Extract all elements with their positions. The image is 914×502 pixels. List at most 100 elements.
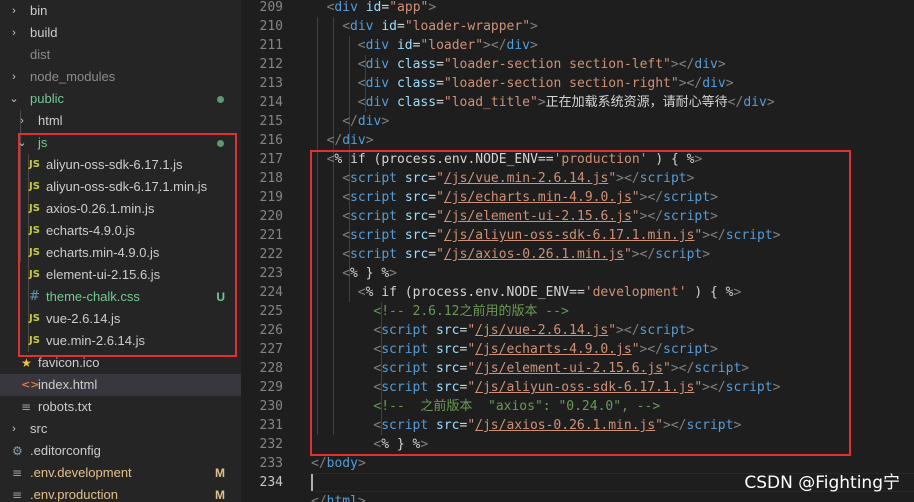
chevron-down-icon[interactable]: ⌄ xyxy=(8,88,20,110)
code-token: "loader-wrapper" xyxy=(404,19,531,34)
code-line[interactable]: 213 <div class="loader-section section-ri… xyxy=(241,74,914,93)
code-line[interactable]: 209 <div id="app"> xyxy=(241,0,914,17)
code-token: "loader-section section-right" xyxy=(443,76,679,91)
html-file-icon: <> xyxy=(21,378,40,391)
code-token: < xyxy=(357,76,366,91)
code-text: <div id="loader-wrapper"> xyxy=(342,17,538,36)
code-token: html xyxy=(326,494,358,502)
tree-item-node-modules[interactable]: › node_modules xyxy=(0,66,241,88)
tree-item-label: dist xyxy=(30,47,51,62)
code-token: div xyxy=(506,38,531,53)
tree-item-build[interactable]: › build xyxy=(0,22,241,44)
code-token: > xyxy=(537,95,546,110)
code-token: div xyxy=(365,95,390,110)
code-text: </html> xyxy=(311,492,366,502)
code-token: "loader" xyxy=(420,38,484,53)
code-line[interactable]: 216 </div> xyxy=(241,131,914,150)
code-token: class xyxy=(396,57,437,72)
code-token: div xyxy=(350,19,374,34)
git-status-badge: M xyxy=(215,466,225,480)
code-token: div xyxy=(365,57,390,72)
line-number: 214 xyxy=(259,95,283,110)
line-number: 213 xyxy=(259,76,283,91)
tree-item-public[interactable]: ⌄ public xyxy=(0,88,241,110)
git-status-badge: M xyxy=(215,488,225,502)
code-text: </div> xyxy=(327,131,374,150)
code-token: id xyxy=(365,0,382,15)
code-text: <div class="loader-section section-left"… xyxy=(358,55,726,74)
chevron-right-icon[interactable]: › xyxy=(8,22,20,44)
highlight-box-js-folder xyxy=(18,133,237,357)
chevron-right-icon[interactable]: › xyxy=(16,110,28,132)
line-number: 219 xyxy=(259,190,283,205)
code-token: > xyxy=(530,38,538,53)
code-token: ></ xyxy=(483,38,507,53)
tree-item-dist[interactable]: dist xyxy=(0,44,241,66)
code-text: </body> xyxy=(311,454,366,473)
line-number: 229 xyxy=(259,380,283,395)
code-token: > xyxy=(428,0,437,15)
tree-item-label: robots.txt xyxy=(38,399,92,414)
code-line[interactable]: 211 <div id="loader"></div> xyxy=(241,36,914,55)
tree-item-label: html xyxy=(38,113,63,128)
chevron-right-icon[interactable]: › xyxy=(8,0,20,22)
code-token: "app" xyxy=(389,0,429,15)
line-number: 216 xyxy=(259,133,283,148)
chevron-right-icon[interactable]: › xyxy=(8,418,20,440)
line-number: 233 xyxy=(259,456,283,471)
line-number: 218 xyxy=(259,171,283,186)
code-token: body xyxy=(326,456,358,471)
tree-item-label: public xyxy=(30,91,64,106)
line-number: 234 xyxy=(259,475,283,490)
code-line[interactable]: 210 <div id="loader-wrapper"> xyxy=(241,17,914,36)
tree-item-bin[interactable]: › bin xyxy=(0,0,241,22)
code-token: > xyxy=(766,95,775,110)
code-line[interactable]: 215 </div> xyxy=(241,112,914,131)
tree-item-robots-txt[interactable]: ≡ robots.txt xyxy=(0,396,241,418)
highlight-box-env-scripts xyxy=(310,150,851,456)
code-token: div xyxy=(365,38,390,53)
line-number: 222 xyxy=(259,247,283,262)
code-token: < xyxy=(342,19,351,34)
code-line[interactable]: 214 <div class="load_title">正在加载系统资源，请耐心等… xyxy=(241,93,914,112)
code-token: div xyxy=(743,95,767,110)
code-editor[interactable]: 209 <div id="app"> 210 <div id="loader-wrap… xyxy=(241,0,914,502)
code-token: id xyxy=(381,19,397,34)
line-number: 209 xyxy=(259,0,283,15)
tree-item-index-html[interactable]: <> index.html xyxy=(0,374,241,396)
tree-item-src[interactable]: › src xyxy=(0,418,241,440)
code-text: <div id="loader"></div> xyxy=(358,36,538,55)
tree-item-label: src xyxy=(30,421,48,436)
code-token: > xyxy=(357,494,366,502)
modified-indicator-dot xyxy=(217,96,224,103)
tree-item-html[interactable]: › html xyxy=(0,110,241,132)
tree-item-env-development[interactable]: ≡ .env.development M xyxy=(0,462,241,484)
code-token: = xyxy=(396,19,405,34)
env-file-icon: ≡ xyxy=(12,488,23,502)
line-number: 211 xyxy=(259,38,283,53)
chevron-right-icon[interactable]: › xyxy=(8,66,20,88)
code-line[interactable]: </html> xyxy=(241,492,914,502)
code-line[interactable]: 212 <div class="loader-section section-le… xyxy=(241,55,914,74)
code-text: <div class="load_title">正在加载系统资源，请耐心等待</… xyxy=(358,93,775,112)
code-token: class xyxy=(396,76,437,91)
gear-icon: ⚙ xyxy=(12,444,23,458)
code-token: class xyxy=(396,95,437,110)
tree-item-label: .editorconfig xyxy=(30,443,101,458)
line-number: 212 xyxy=(259,57,283,72)
line-number: 221 xyxy=(259,228,283,243)
code-token: id xyxy=(396,38,413,53)
line-number: 227 xyxy=(259,342,283,357)
code-token: > xyxy=(357,456,366,471)
tree-item-env-production[interactable]: ≡ .env.production M xyxy=(0,484,241,502)
code-token: "load_title" xyxy=(443,95,538,110)
code-token: = xyxy=(436,95,444,110)
code-token: </ xyxy=(311,456,327,471)
tree-item-editorconfig[interactable]: ⚙ .editorconfig xyxy=(0,440,241,462)
code-token: > xyxy=(530,19,538,34)
code-token: "loader-section section-left" xyxy=(443,57,671,72)
